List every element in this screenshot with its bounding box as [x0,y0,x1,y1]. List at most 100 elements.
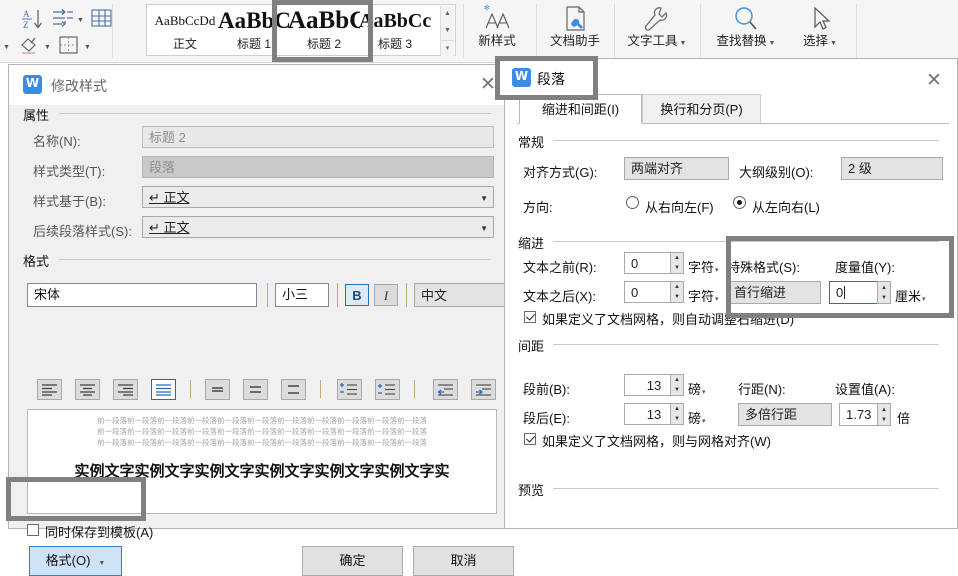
chevron-down-icon-select[interactable]: ▼ [830,40,837,47]
snap-to-grid-checkbox[interactable] [524,433,536,445]
chevron-down-icon-unit-b[interactable]: ▾ [702,389,706,396]
ribbon-button-select[interactable]: 选择 ▼ [790,4,850,48]
spacing-before-stepper[interactable]: ▲ ▼ [670,374,684,396]
increase-indent-button[interactable] [471,379,496,400]
auto-adjust-indent-checkbox[interactable] [524,311,536,323]
direction-rtl-radio[interactable] [626,196,639,209]
style-type-select[interactable]: 段落 [142,156,494,178]
align-justify-button[interactable] [151,379,176,400]
shading-icon[interactable] [18,36,42,58]
gallery-scrollbar[interactable]: ▲ ▼ ▾ [440,6,454,56]
font-size-select[interactable]: 小三 [275,283,329,307]
outline-level-select[interactable]: 2 级 [841,157,943,180]
chevron-down-icon-unit-y[interactable]: ▾ [922,296,926,303]
italic-button[interactable]: I [374,284,398,306]
set-value-stepper[interactable]: ▲ ▼ [877,403,891,426]
spacing-after-stepper[interactable]: ▲ ▼ [670,403,684,425]
decrease-spacing-after-button[interactable] [375,379,400,400]
chevron-down-icon[interactable]: ▼ [77,17,84,24]
tab-line-page-break[interactable]: 换行和分页(P) [642,94,761,124]
ribbon-button-find-replace[interactable]: 查找替换 ▼ [704,4,788,48]
gallery-item-2[interactable]: AaBbC 标题 2 [288,6,360,56]
scroll-up-icon[interactable]: ▲ [441,6,454,22]
font-family-select[interactable]: 宋体 [27,283,257,307]
chevron-down-icon-shading[interactable]: ▼ [44,44,51,51]
indent-before-unit[interactable]: 字符▾ [688,257,719,276]
spacing-before-unit[interactable]: 磅▾ [688,379,706,398]
tab-indent-spacing[interactable]: 缩进和间距(I) [519,94,642,124]
style-basedon-select[interactable]: ↵ 正文 ▼ [142,186,494,208]
measure-value-stepper[interactable]: ▲ ▼ [877,281,891,304]
line-spacing-single-button[interactable] [205,379,230,400]
special-format-select[interactable]: 首行缩进 [727,281,821,304]
preview-gray-line-3: 前一段落前一段落前一段落前一段落前一段落前一段落前一段落前一段落前一段落前一段落… [97,438,427,447]
gallery-sample-2: AaBbC [288,7,360,34]
svg-text:✻: ✻ [484,4,490,12]
ribbon-button-text-tools[interactable]: 文字工具 ▼ [618,4,696,48]
sort-az-icon[interactable]: A Z [22,8,46,30]
save-to-template-checkbox[interactable] [27,524,39,536]
chevron-down-icon-text-tools[interactable]: ▼ [680,40,687,47]
style-type-label: 样式类型(T): [33,164,106,179]
format-button[interactable]: 格式(O) ▼ [29,546,122,576]
style-nextstyle-select[interactable]: ↵ 正文 ▼ [142,216,494,238]
decrease-indent-button[interactable] [433,379,458,400]
borders-icon[interactable] [58,36,80,56]
gallery-item-0[interactable]: AaBbCcDd 正文 [149,6,221,56]
cancel-button[interactable]: 取消 [413,546,514,576]
direction-label: 方向: [523,200,553,215]
show-paragraph-marks-icon[interactable] [52,9,74,29]
paragraph-close-icon[interactable]: ✕ [919,67,949,93]
outline-level-label: 大纲级别(O): [739,165,814,180]
ok-button[interactable]: 确定 [302,546,403,576]
find-replace-icon [735,7,757,30]
set-value-unit: 倍 [897,411,911,426]
spacing-after-unit[interactable]: 磅▾ [688,408,706,427]
language-select[interactable]: 中文 [414,283,506,307]
ribbon-button-doc-assistant[interactable]: 文档助手 [540,4,610,48]
line-spacing-label: 行距(N): [738,382,786,397]
align-label: 对齐方式(G): [523,165,598,180]
chevron-down-icon-borders[interactable]: ▼ [84,44,91,51]
auto-adjust-indent-label: 如果定义了文档网格，则自动调整石缩进(D) [542,312,795,327]
chevron-down-icon-format[interactable]: ▼ [98,560,105,567]
chevron-down-icon-unit-r[interactable]: ▾ [715,267,719,274]
indent-after-stepper[interactable]: ▲ ▼ [670,281,684,303]
indent-before-stepper[interactable]: ▲ ▼ [670,252,684,274]
scroll-down-icon[interactable]: ▼ [441,23,454,39]
chevron-down-icon-find[interactable]: ▼ [769,40,776,47]
ribbon-button-label-0: 新样式 [478,34,516,48]
align-center-button[interactable] [75,379,100,400]
align-left-button[interactable] [37,379,62,400]
indent-before-label: 文本之前(R): [523,260,597,275]
direction-ltr-radio[interactable] [733,196,746,209]
chevron-down-icon-unit-x[interactable]: ▾ [715,296,719,303]
indent-group-label: 缩进 [518,233,550,252]
align-right-button[interactable] [113,379,138,400]
line-spacing-1-5-button[interactable] [243,379,268,400]
paragraph-title: 段落 [537,71,565,87]
chevron-down-icon-unit-e[interactable]: ▾ [702,418,706,425]
style-gallery[interactable]: AaBbCcDd 正文 AaBbC 标题 1 AaBbC 标题 2 AaBbCc… [146,4,456,56]
bold-button[interactable]: B [345,284,369,306]
measure-unit[interactable]: 厘米▾ [895,286,926,305]
gallery-sample-3: AaBbCc [359,10,431,32]
set-value-label: 设置值(A): [835,382,895,397]
line-spacing-double-button[interactable] [281,379,306,400]
gallery-item-1[interactable]: AaBbC 标题 1 [218,6,290,56]
format-group-label: 格式 [23,251,55,270]
line-spacing-select[interactable]: 多倍行距 [738,403,832,426]
gallery-more-icon[interactable]: ▾ [441,40,454,57]
ribbon-button-new-style[interactable]: ✻ 新样式 [466,4,528,48]
chevron-down-icon-left[interactable]: ▼ [3,44,10,51]
increase-spacing-before-button[interactable] [337,379,362,400]
style-name-field[interactable]: 标题 2 [142,126,494,148]
insert-table-icon[interactable] [90,8,114,30]
close-icon[interactable]: ✕ [473,71,503,97]
gallery-item-3[interactable]: AaBbCc 标题 3 [359,6,431,56]
paragraph-app-logo-icon: W [512,68,531,87]
align-select[interactable]: 两端对齐 [624,157,729,180]
modify-style-dialog: W 修改样式 ✕ 属性 名称(N): 标题 2 样式类型(T): 段落 样式基于… [8,64,514,576]
indent-after-unit[interactable]: 字符▾ [688,286,719,305]
preview-group-label: 预览 [518,480,550,499]
